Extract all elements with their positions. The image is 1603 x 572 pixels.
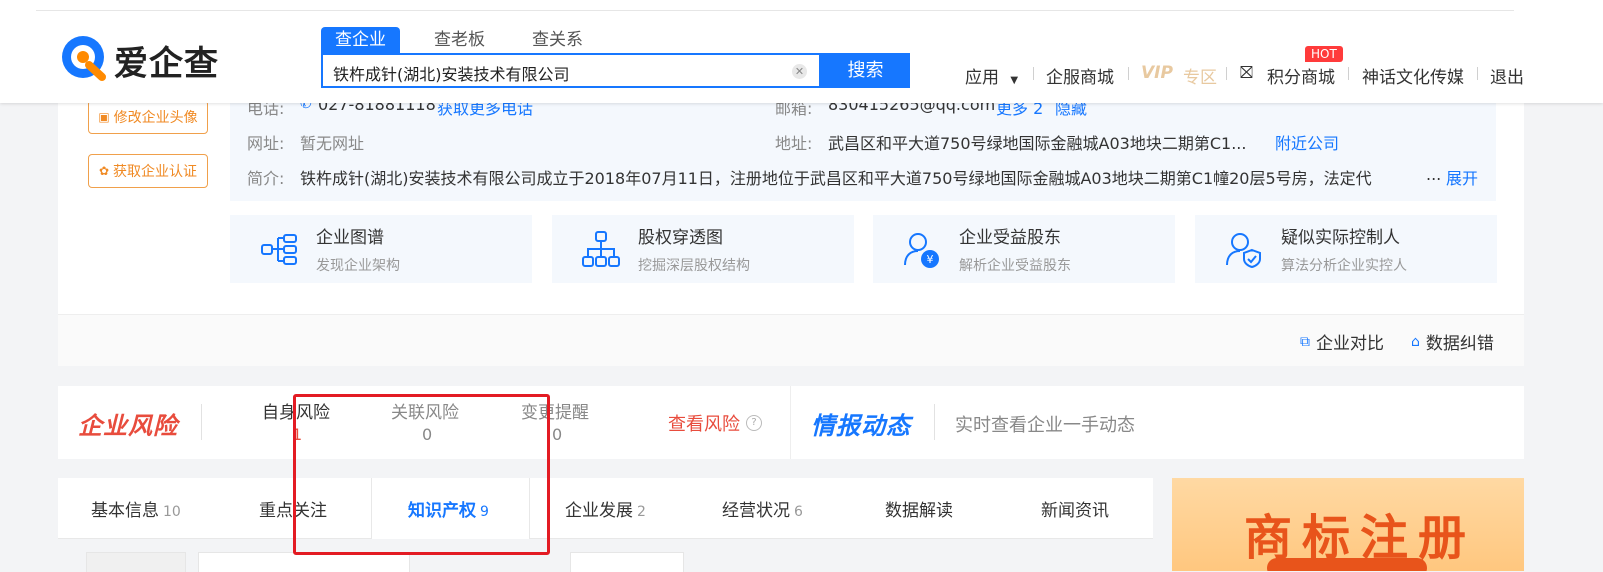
feature-actual-controller[interactable]: 疑似实际控制人 算法分析企业实控人 xyxy=(1195,215,1497,283)
feature-subtitle: 解析企业受益股东 xyxy=(959,258,1071,274)
edit-avatar-button[interactable]: ▣ 修改企业头像 xyxy=(88,100,208,134)
search-input[interactable]: 铁杵成针(湖北)安装技术有限公司 ✕ xyxy=(321,53,821,88)
website-value: 暂无网址 xyxy=(300,134,365,153)
tab-development[interactable]: 企业发展 2 xyxy=(565,496,646,521)
tab-data-insights[interactable]: 数据解读 xyxy=(885,496,953,521)
vip-zone-link[interactable]: 专区 xyxy=(1183,63,1217,88)
tab-label: 企业发展 xyxy=(565,501,633,521)
help-icon[interactable]: ? xyxy=(746,415,762,431)
svg-text:¥: ¥ xyxy=(927,253,934,266)
content-block xyxy=(86,552,186,572)
compare-label: 企业对比 xyxy=(1316,334,1384,354)
feature-title: 企业图谱 xyxy=(316,228,384,248)
enterprise-mall-link[interactable]: 企服商城 xyxy=(1046,63,1114,88)
tab-news[interactable]: 新闻资讯 xyxy=(1041,496,1109,521)
feature-title: 股权穿透图 xyxy=(638,228,723,248)
divider xyxy=(201,404,202,440)
logout-link[interactable]: 退出 xyxy=(1490,63,1524,88)
divider xyxy=(934,404,935,440)
search-button[interactable]: 搜索 xyxy=(821,53,910,88)
image-icon: ▣ xyxy=(98,110,110,124)
nav-divider xyxy=(1477,67,1478,80)
tab-search-boss[interactable]: 查老板 xyxy=(434,27,485,53)
divider xyxy=(790,386,791,459)
feature-equity-tree[interactable]: 股权穿透图 挖掘深层股权结构 xyxy=(552,215,854,283)
report-error-button[interactable]: ⌂ 数据纠错 xyxy=(1411,329,1494,355)
compare-companies-button[interactable]: ⧉ 企业对比 xyxy=(1300,329,1384,355)
tab-operations[interactable]: 经营状况 6 xyxy=(722,496,803,521)
certificate-icon: ✿ xyxy=(98,164,110,178)
nav-divider xyxy=(1226,67,1227,80)
apps-label: 应用 xyxy=(965,68,999,88)
search-query: 铁杵成针(湖北)安装技术有限公司 xyxy=(333,65,570,84)
feature-subtitle: 发现企业架构 xyxy=(316,258,400,274)
address-value: 武昌区和平大道750号绿地国际金融城A03地块二期第C1... xyxy=(828,134,1247,153)
feature-subtitle: 算法分析企业实控人 xyxy=(1281,258,1407,274)
address-label: 地址: xyxy=(775,134,813,153)
tab-count: 2 xyxy=(637,504,646,520)
vip-badge[interactable]: VIP xyxy=(1141,63,1173,83)
controller-icon xyxy=(1226,233,1261,269)
feature-subtitle: 挖掘深层股权结构 xyxy=(638,258,750,274)
apps-menu[interactable]: 应用 ▼ xyxy=(965,63,1018,88)
tab-search-company[interactable]: 查企业 xyxy=(321,27,400,53)
trademark-ad-banner[interactable]: 商标注册 xyxy=(1172,478,1524,571)
expand-intro-link[interactable]: 展开 xyxy=(1446,165,1478,189)
content-block xyxy=(570,552,684,572)
feature-title: 疑似实际控制人 xyxy=(1281,228,1400,248)
tab-label: 基本信息 xyxy=(91,501,159,521)
caret-down-icon: ▼ xyxy=(1010,75,1019,86)
view-risk-link[interactable]: 查看风险 ? xyxy=(668,410,762,436)
tab-count: 10 xyxy=(163,504,181,520)
nav-divider xyxy=(1348,67,1349,80)
beneficiary-icon: ¥ xyxy=(904,233,939,268)
annotation-highlight-box xyxy=(293,394,550,555)
tab-count: 6 xyxy=(794,504,803,520)
tab-basic-info[interactable]: 基本信息 10 xyxy=(91,496,181,521)
view-risk-label: 查看风险 xyxy=(668,414,740,435)
brand-logo-icon[interactable] xyxy=(58,31,112,85)
feature-org-chart[interactable]: 企业图谱 发现企业架构 xyxy=(230,215,532,283)
risk-logo: 企业风险 xyxy=(78,412,178,440)
change-alert-count[interactable]: 0 xyxy=(552,425,562,444)
intro-label: 简介: xyxy=(247,169,285,188)
intro-text: 铁杵成针(湖北)安装技术有限公司成立于2018年07月11日，注册地位于武昌区和… xyxy=(300,169,1372,188)
feature-title: 企业受益股东 xyxy=(959,228,1061,248)
intro-ellipsis: ... xyxy=(1426,165,1442,184)
tab-label: 新闻资讯 xyxy=(1041,501,1109,521)
hot-badge: HOT xyxy=(1305,46,1343,62)
equity-tree-icon xyxy=(582,231,620,267)
browser-edge xyxy=(36,0,1514,11)
compare-icon: ⧉ xyxy=(1300,333,1310,350)
gift-icon: ⛝ xyxy=(1240,63,1253,83)
nav-divider xyxy=(1033,67,1034,80)
org-chart-icon xyxy=(261,234,297,265)
nav-divider xyxy=(1128,67,1129,80)
tab-label: 数据解读 xyxy=(885,501,953,521)
website-label: 网址: xyxy=(247,134,285,153)
correction-icon: ⌂ xyxy=(1411,333,1420,350)
intel-logo: 情报动态 xyxy=(811,412,911,440)
brand-name[interactable]: 爱企查 xyxy=(114,36,219,85)
points-mall-link[interactable]: 积分商城 xyxy=(1267,63,1335,88)
ad-subline xyxy=(1267,558,1427,571)
user-name[interactable]: 神话文化传媒 xyxy=(1362,63,1464,88)
feature-beneficiary[interactable]: ¥ 企业受益股东 解析企业受益股东 xyxy=(873,215,1175,283)
edit-avatar-label: 修改企业头像 xyxy=(113,110,198,126)
nearby-companies-link[interactable]: 附近公司 xyxy=(1275,130,1339,154)
top-navigation: 爱企查 查企业 查老板 查关系 铁杵成针(湖北)安装技术有限公司 ✕ 搜索 应用… xyxy=(0,0,1603,103)
report-error-label: 数据纠错 xyxy=(1425,334,1494,354)
get-certification-label: 获取企业认证 xyxy=(113,164,198,180)
clear-icon[interactable]: ✕ xyxy=(792,64,807,79)
tab-search-relation[interactable]: 查关系 xyxy=(532,27,583,53)
get-certification-button[interactable]: ✿ 获取企业认证 xyxy=(88,154,208,188)
tab-label: 经营状况 xyxy=(722,501,790,521)
intel-description[interactable]: 实时查看企业一手动态 xyxy=(955,411,1135,437)
content-block xyxy=(198,552,410,572)
